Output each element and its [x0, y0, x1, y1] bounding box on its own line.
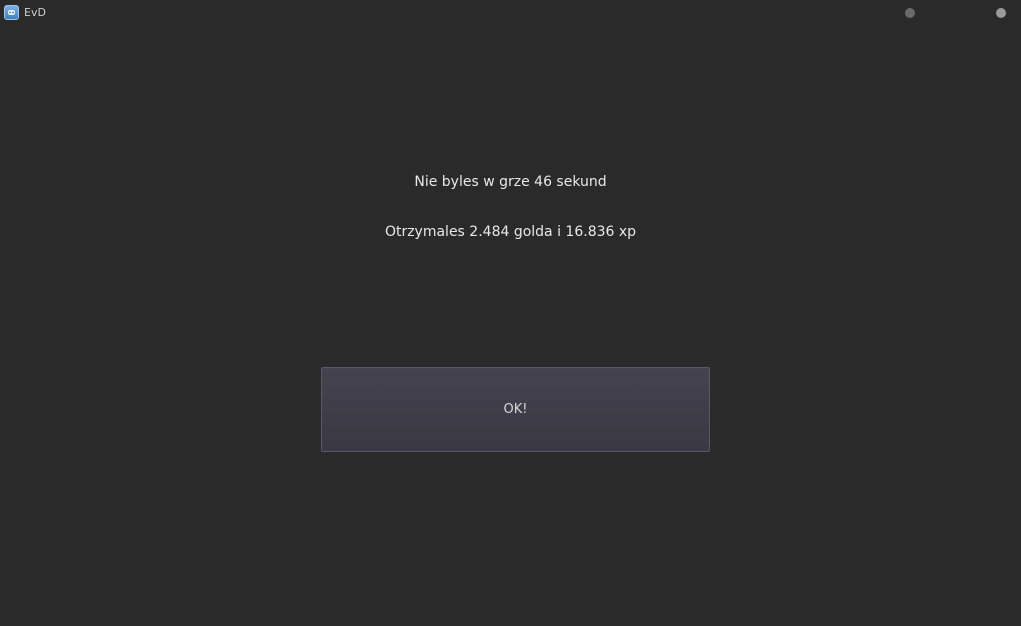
close-button[interactable] — [996, 8, 1006, 18]
minimize-button[interactable] — [905, 8, 915, 18]
title-bar: EvD — [0, 0, 1021, 26]
offline-time-message: Nie byles w grze 46 sekund — [414, 174, 607, 190]
game-controller-icon — [4, 5, 19, 20]
window-title: EvD — [24, 6, 46, 19]
ok-button[interactable]: OK! — [321, 367, 710, 452]
app-window: EvD Nie byles w grze 46 sekund Otrzymale… — [0, 0, 1021, 626]
reward-message: Otrzymales 2.484 golda i 16.836 xp — [384, 224, 637, 240]
